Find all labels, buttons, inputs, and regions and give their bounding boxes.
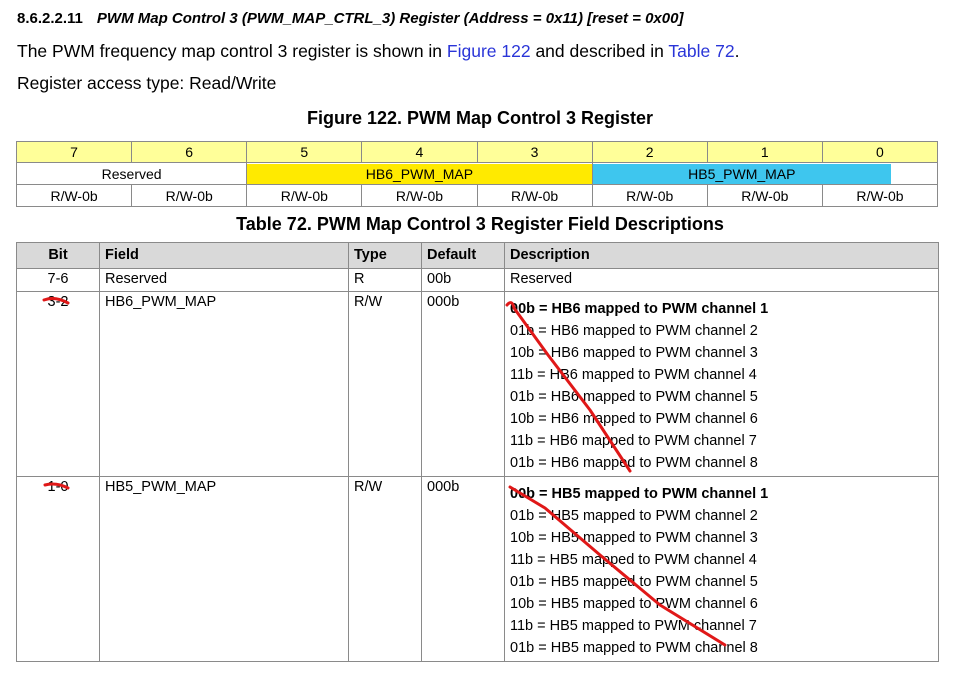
register-field-reserved: Reserved xyxy=(15,162,248,185)
field-name-row: Reserved HB6_PWM_MAP HB5_PWM_MAP xyxy=(15,162,939,185)
bit-number: 5 xyxy=(246,141,363,163)
field-description-table: Bit Field Type Default Description 7-6 R… xyxy=(16,242,939,662)
cell-type: R xyxy=(348,268,422,292)
highlight-cyan: HB5_PWM_MAP xyxy=(593,163,891,184)
cell-description: 00b = HB5 mapped to PWM channel 1 01b = … xyxy=(504,476,939,662)
bit-number: 3 xyxy=(476,141,593,163)
table-header-row: Bit Field Type Default Description xyxy=(16,242,939,269)
description-line: 11b = HB6 mapped to PWM channel 4 xyxy=(510,367,757,383)
section-number: 8.6.2.2.11 xyxy=(17,10,83,27)
cell-field: Reserved xyxy=(99,268,349,292)
cell-type: R/W xyxy=(348,476,422,662)
column-header-type: Type xyxy=(348,242,422,269)
field-label: HB5_PWM_MAP xyxy=(688,165,796,182)
access-cell: R/W-0b xyxy=(246,184,363,207)
description-line: 00b = HB5 mapped to PWM channel 1 xyxy=(510,486,769,502)
description-line: 11b = HB5 mapped to PWM channel 4 xyxy=(510,552,757,568)
description-line: 01b = HB6 mapped to PWM channel 8 xyxy=(510,455,758,471)
field-label: Reserved xyxy=(101,165,162,182)
cell-description: Reserved xyxy=(504,268,939,292)
section-title: PWM Map Control 3 (PWM_MAP_CTRL_3) Regis… xyxy=(96,10,684,27)
register-field-hb6: HB6_PWM_MAP xyxy=(246,162,593,185)
table-row: 7-6 Reserved R 00b Reserved xyxy=(16,268,939,292)
table-title: Table 72. PWM Map Control 3 Register Fie… xyxy=(236,214,724,234)
cell-bit: 1-0 xyxy=(16,476,100,662)
cell-type: R/W xyxy=(348,291,422,477)
column-header-field: Field xyxy=(99,242,349,269)
description-line: 10b = HB5 mapped to PWM channel 3 xyxy=(510,530,758,546)
field-label: HB6_PWM_MAP xyxy=(365,165,474,182)
description-line: 01b = HB5 mapped to PWM channel 2 xyxy=(510,508,758,524)
cell-default: 000b xyxy=(421,291,505,477)
cell-field: HB5_PWM_MAP xyxy=(99,476,349,662)
intro-text-after: . xyxy=(734,41,740,61)
column-header-bit: Bit xyxy=(16,242,100,269)
access-cell: R/W-0b xyxy=(476,184,593,207)
bit-number-row: 7 6 5 4 3 2 1 0 xyxy=(15,141,939,163)
figure-title: Figure 122. PWM Map Control 3 Register xyxy=(306,108,654,128)
highlight-yellow: HB6_PWM_MAP xyxy=(247,163,592,184)
access-cell: R/W-0b xyxy=(15,184,133,207)
cell-bit: 3-2 xyxy=(16,291,100,477)
cell-default: 000b xyxy=(421,476,505,662)
section-heading: 8.6.2.2.11 PWM Map Control 3 (PWM_MAP_CTR… xyxy=(17,10,683,27)
description-line: 10b = HB5 mapped to PWM channel 6 xyxy=(510,596,758,612)
access-cell: R/W-0b xyxy=(361,184,478,207)
table-row: 3-2 HB6_PWM_MAP R/W 000b 00b = HB6 mappe… xyxy=(16,291,939,477)
intro-text-middle: and described in xyxy=(530,41,669,61)
description-line: 11b = HB5 mapped to PWM channel 7 xyxy=(510,618,757,634)
bit-number: 2 xyxy=(591,141,708,163)
cell-field: HB6_PWM_MAP xyxy=(99,291,349,477)
description-line: 01b = HB5 mapped to PWM channel 8 xyxy=(510,640,758,656)
bit-number: 6 xyxy=(131,141,248,163)
bit-number: 4 xyxy=(361,141,478,163)
table-row: 1-0 HB5_PWM_MAP R/W 000b 00b = HB5 mappe… xyxy=(16,476,939,662)
cell-default: 00b xyxy=(421,268,505,292)
intro-paragraph: The PWM frequency map control 3 register… xyxy=(17,41,739,62)
register-field-hb5: HB5_PWM_MAP xyxy=(591,162,939,185)
intro-text-before: The PWM frequency map control 3 register… xyxy=(17,41,447,61)
column-header-description: Description xyxy=(504,242,939,269)
description-line: 00b = HB6 mapped to PWM channel 1 xyxy=(510,301,769,317)
description-line: 01b = HB5 mapped to PWM channel 5 xyxy=(510,574,758,590)
access-cell: R/W-0b xyxy=(131,184,248,207)
column-header-default: Default xyxy=(421,242,505,269)
bit-number: 0 xyxy=(821,141,939,163)
access-cell: R/W-0b xyxy=(821,184,939,207)
description-line: 10b = HB6 mapped to PWM channel 6 xyxy=(510,411,758,427)
description-line: 10b = HB6 mapped to PWM channel 3 xyxy=(510,345,758,361)
document-page: 8.6.2.2.11 PWM Map Control 3 (PWM_MAP_CTR… xyxy=(0,0,960,673)
bit-number: 7 xyxy=(15,141,133,163)
bit-number: 1 xyxy=(706,141,823,163)
description-line: 01b = HB6 mapped to PWM channel 5 xyxy=(510,389,758,405)
cell-bit: 7-6 xyxy=(16,268,100,292)
description-line: 11b = HB6 mapped to PWM channel 7 xyxy=(510,433,757,449)
access-cell: R/W-0b xyxy=(706,184,823,207)
cell-description: 00b = HB6 mapped to PWM channel 1 01b = … xyxy=(504,291,939,477)
description-line: 01b = HB6 mapped to PWM channel 2 xyxy=(510,323,758,339)
table-link[interactable]: Table 72 xyxy=(668,41,734,61)
register-diagram: 7 6 5 4 3 2 1 0 Reserved HB6_PWM_MAP HB5… xyxy=(15,141,939,207)
access-row: R/W-0b R/W-0b R/W-0b R/W-0b R/W-0b R/W-0… xyxy=(15,184,939,207)
access-cell: R/W-0b xyxy=(591,184,708,207)
access-type-text: Register access type: Read/Write xyxy=(17,73,277,93)
figure-link[interactable]: Figure 122 xyxy=(447,41,531,61)
